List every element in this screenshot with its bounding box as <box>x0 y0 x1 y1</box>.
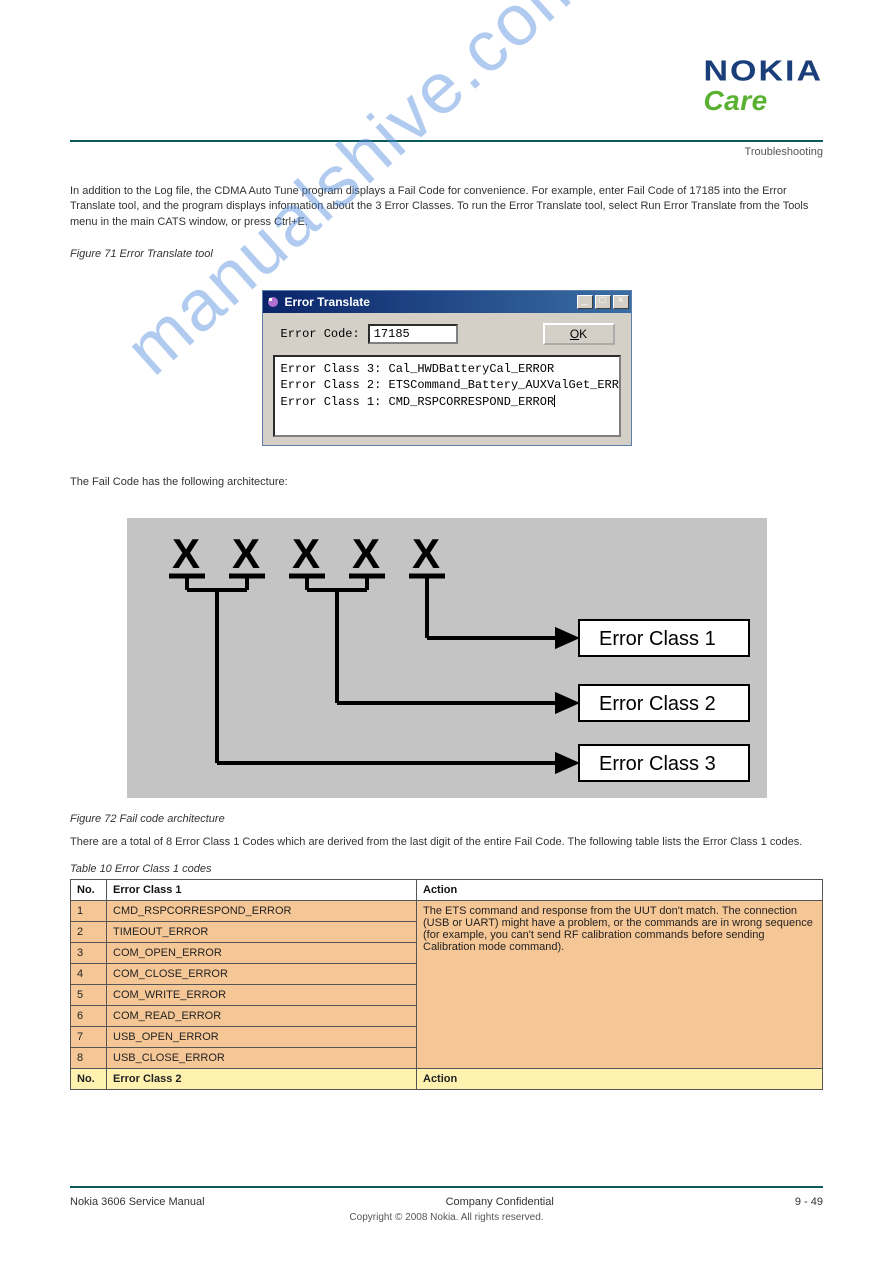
footer: Nokia 3606 Service Manual Company Confid… <box>70 1186 823 1223</box>
maximize-button[interactable]: □ <box>595 295 611 309</box>
footer-center: Company Confidential <box>446 1196 554 1208</box>
diagram-caption: The Fail Code has the following architec… <box>70 476 823 488</box>
window-title: Error Translate <box>285 295 577 309</box>
ec2-box: Error Class 2 <box>599 693 716 715</box>
table-lead: There are a total of 8 Error Class 1 Cod… <box>70 835 823 850</box>
th-no: No. <box>71 879 107 900</box>
window-body: Error Code: OK Error Class 3: Cal_HWDBat… <box>263 313 631 445</box>
svg-text:X: X <box>172 530 200 577</box>
logo-care: Care <box>703 85 823 117</box>
minimize-button[interactable]: _ <box>577 295 593 309</box>
th-ec1: Error Class 1 <box>107 879 417 900</box>
table-footer-row: No. Error Class 2 Action <box>71 1068 823 1089</box>
failcode-diagram: X X X X X <box>127 518 767 803</box>
app-icon <box>265 294 281 310</box>
footer-right: 9 - 49 <box>795 1196 823 1208</box>
error-code-input[interactable] <box>368 324 458 344</box>
output-line-2: Error Class 2: ETSCommand_Battery_AUXVal… <box>281 378 621 392</box>
window-buttons: _ □ × <box>577 295 629 309</box>
close-button[interactable]: × <box>613 295 629 309</box>
logo-nokia: NOKIA <box>703 55 823 88</box>
header-rule <box>70 140 823 142</box>
figure-label-71: Figure 71 Error Translate tool <box>70 248 823 260</box>
svg-text:X: X <box>412 530 440 577</box>
svg-text:X: X <box>232 530 260 577</box>
output-box: Error Class 3: Cal_HWDBatteryCal_ERROR E… <box>273 355 621 437</box>
table-title: Table 10 Error Class 1 codes <box>70 863 823 875</box>
figure-label-72: Figure 72 Fail code architecture <box>70 813 823 825</box>
footer-rule <box>70 1186 823 1188</box>
output-line-3: Error Class 1: CMD_RSPCORRESPOND_ERROR <box>281 395 555 409</box>
output-line-1: Error Class 3: Cal_HWDBatteryCal_ERROR <box>281 362 555 376</box>
error-translate-window: Error Translate _ □ × Error Code: OK Err… <box>262 290 632 446</box>
ec3-box: Error Class 3 <box>599 753 716 775</box>
doc-section: Troubleshooting <box>70 146 823 158</box>
svg-text:X: X <box>292 530 320 577</box>
footer-copyright: Copyright © 2008 Nokia. All rights reser… <box>70 1212 823 1223</box>
footer-left: Nokia 3606 Service Manual <box>70 1196 205 1208</box>
header: NOKIA Care <box>70 52 823 140</box>
titlebar[interactable]: Error Translate _ □ × <box>263 291 631 313</box>
brand-logo: NOKIA Care <box>703 52 823 117</box>
ec1-box: Error Class 1 <box>599 628 716 650</box>
error-class-table: No. Error Class 1 Action 1CMD_RSPCORRESP… <box>70 879 823 1090</box>
th-action: Action <box>417 879 823 900</box>
intro-paragraph: In addition to the Log file, the CDMA Au… <box>70 184 823 230</box>
ok-button[interactable]: OK <box>543 323 615 345</box>
table-row: 1CMD_RSPCORRESPOND_ERRORThe ETS command … <box>71 900 823 921</box>
svg-text:X: X <box>352 530 380 577</box>
error-code-label: Error Code: <box>281 327 360 341</box>
